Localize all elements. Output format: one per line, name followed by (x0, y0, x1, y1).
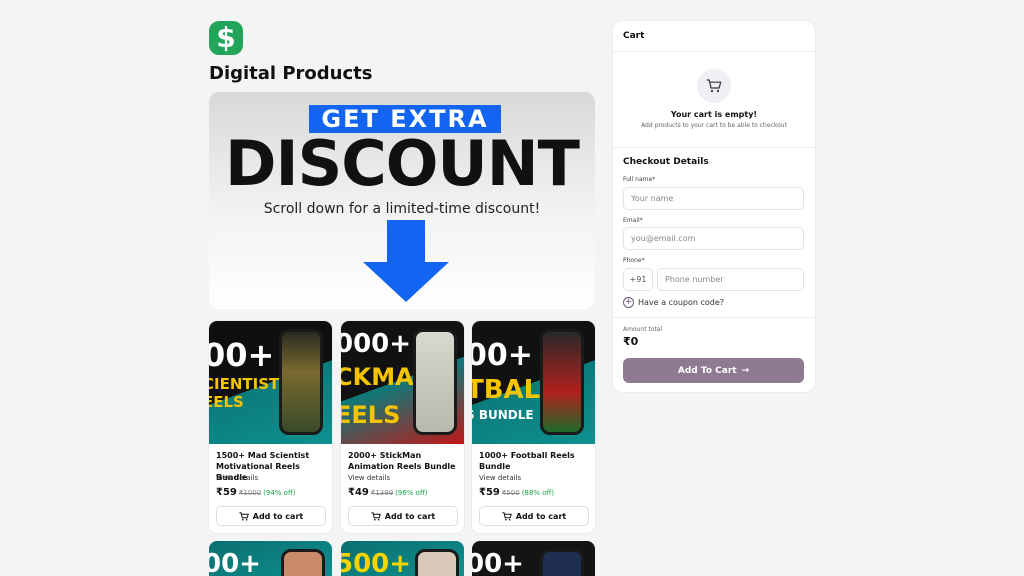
product-card[interactable]: 00+ (209, 541, 332, 576)
thumbnail-text: 500+ (341, 549, 412, 576)
banner-headline: DISCOUNT (225, 127, 580, 200)
email-label: Email* (623, 217, 643, 224)
phone-image (413, 329, 457, 435)
phone-image (415, 549, 459, 576)
product-card[interactable]: 00+ CIENTIST EELS 1500+ Mad Scientist Mo… (209, 321, 332, 533)
thumbnail-text: EELS (341, 401, 401, 429)
add-to-cart-label: Add to cart (252, 511, 304, 521)
product-price: ₹49 ₹1399 (96% off) (348, 487, 428, 498)
product-card[interactable]: 00+ (472, 541, 595, 576)
add-to-cart-button[interactable]: Add to cart (479, 506, 589, 526)
thumbnail-text: CIENTIST (209, 375, 280, 393)
thumbnail-text: 00+ (209, 549, 261, 576)
phone-image (279, 329, 323, 435)
product-price: ₹59 ₹500 (88% off) (479, 487, 554, 498)
cart-icon (706, 79, 722, 93)
dollar-logo-icon: $ (209, 21, 243, 55)
phone-image (540, 549, 584, 576)
page-title: Digital Products (209, 63, 373, 84)
price-discount: (94% off) (263, 489, 296, 497)
price-now: ₹49 (348, 487, 369, 498)
price-old: ₹1399 (370, 489, 394, 497)
amount-label: Amount total (623, 326, 663, 333)
checkout-title: Checkout Details (623, 157, 709, 167)
add-to-cart-button[interactable]: Add to cart (216, 506, 326, 526)
cart-icon (502, 511, 512, 520)
thumbnail-text: S BUNDLE (472, 408, 534, 422)
thumbnail-text: EELS (209, 393, 244, 411)
name-field[interactable]: Your name (623, 187, 804, 210)
product-card[interactable]: 00+ TBALL S BUNDLE 1000+ Football Reels … (472, 321, 595, 533)
product-title: 1000+ Football Reels Bundle (479, 451, 575, 471)
plus-circle-icon: + (623, 297, 634, 308)
down-arrow-icon (363, 220, 449, 302)
arrow-right-icon: → (741, 365, 750, 376)
add-to-cart-checkout-button[interactable]: Add To Cart → (623, 358, 804, 383)
product-card[interactable]: 500+ (341, 541, 464, 576)
divider (613, 317, 815, 318)
price-discount: (96% off) (395, 489, 428, 497)
coupon-link[interactable]: + Have a coupon code? (623, 297, 724, 308)
amount-value: ₹0 (623, 335, 639, 348)
price-now: ₹59 (479, 487, 500, 498)
price-discount: (88% off) (521, 489, 555, 497)
phone-image (540, 329, 584, 435)
cart-empty-subtext: Add products to your cart to be able to … (641, 122, 787, 129)
add-to-cart-label: Add to cart (515, 511, 567, 521)
divider (613, 147, 815, 148)
divider (613, 51, 815, 52)
price-old: ₹500 (501, 489, 520, 497)
view-details-link[interactable]: View details (479, 474, 521, 482)
discount-banner: GET EXTRA DISCOUNT Scroll down for a lim… (209, 92, 595, 309)
price-now: ₹59 (216, 487, 237, 498)
add-to-cart-button[interactable]: Add to cart (348, 506, 458, 526)
cart-empty-title: Your cart is empty! (670, 110, 758, 119)
cart-icon (239, 511, 249, 520)
cart-title: Cart (623, 31, 645, 41)
product-price: ₹59 ₹1000 (94% off) (216, 487, 296, 498)
price-old: ₹1000 (238, 489, 262, 497)
thumbnail-text: 00+ (472, 549, 524, 576)
thumbnail-text: 00+ (209, 336, 275, 374)
cart-icon (371, 511, 381, 520)
phone-country-code[interactable]: +91 (623, 268, 653, 291)
product-thumbnail: 00+ TBALL S BUNDLE (472, 321, 595, 444)
coupon-label: Have a coupon code? (638, 298, 725, 307)
page: $ Digital Products GET EXTRA DISCOUNT Sc… (0, 0, 1024, 576)
phone-field[interactable]: Phone number (657, 268, 804, 291)
phone-image (281, 549, 325, 576)
cart-empty-badge (697, 69, 731, 103)
name-label: Full name* (623, 176, 656, 183)
product-thumbnail: 000+ CKMAN EELS (341, 321, 464, 444)
phone-label: Phone* (623, 257, 645, 264)
view-details-link[interactable]: View details (348, 474, 390, 482)
checkout-button-label: Add To Cart (677, 365, 737, 376)
product-title: 2000+ StickMan Animation Reels Bundle (348, 451, 456, 471)
view-details-link[interactable]: View details (216, 474, 258, 482)
thumbnail-text: 00+ (472, 338, 533, 373)
add-to-cart-label: Add to cart (384, 511, 436, 521)
thumbnail-text: 000+ (341, 329, 412, 359)
cart-panel: Cart Your cart is empty! Add products to… (613, 21, 815, 392)
banner-subtext: Scroll down for a limited-time discount! (263, 201, 541, 217)
product-thumbnail: 00+ CIENTIST EELS (209, 321, 332, 444)
email-field[interactable]: you@email.com (623, 227, 804, 250)
product-card[interactable]: 000+ CKMAN EELS 2000+ StickMan Animation… (341, 321, 464, 533)
